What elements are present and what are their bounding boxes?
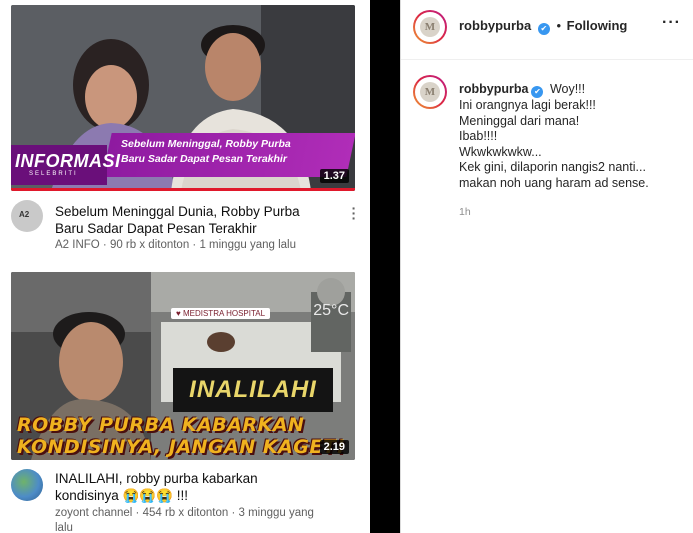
video-duration: 1.37 [319,169,349,183]
post-timestamp[interactable]: 1h [459,206,471,218]
avatar-logo-mark: M [420,17,440,37]
profile-avatar[interactable]: M [413,10,447,44]
dark-divider [370,0,400,533]
more-options-icon[interactable]: ··· [662,14,681,32]
channel-avatar[interactable]: A2 [11,200,43,232]
logo-main-text: INFORMASI [15,151,121,171]
video-meta-line-1: zoyont channel · 454 rb x ditonton · 3 m… [55,507,314,519]
video-title-line-1: INALILAHI, robby purba kabarkan [55,471,258,486]
watched-progress-bar [11,188,355,191]
youtube-screenshot: INFORMASI SELEBRITI Sebelum Meninggal, R… [0,0,370,533]
more-options-icon[interactable]: ··· [350,201,358,225]
avatar-logo-mark: M [420,82,440,102]
hospital-tag: ♥ MEDISTRA HOSPITAL [171,308,271,319]
verified-badge-icon: ✔ [531,86,544,98]
post-caption: robbypurba ✔ Woy!!! Ini orangnya lagi ber… [459,82,684,191]
video-title[interactable]: Sebelum Meninggal Dunia, Robby Purba Bar… [55,203,345,237]
video-thumbnail-1[interactable]: INFORMASI SELEBRITI Sebelum Meninggal, R… [11,5,355,191]
header-username-link[interactable]: robbypurba [459,18,531,33]
thumbnail-title-line-1: ROBBY PURBA KABARKAN [17,414,305,436]
video-meta: A2 INFO · 90 rb x ditonton · 1 minggu ya… [55,239,296,251]
video-title-line-2: Baru Sadar Dapat Pesan Terakhir [55,221,257,236]
caption-line: Ibab!!!! [459,129,498,143]
logo-sub-text: SELEBRITI [29,171,78,177]
thumbnail-title-line-2: KONDISINYA, JANGAN KAGET! [17,436,346,458]
post-header: robbypurba ✔ • Following [459,18,627,35]
temperature-display: 25°C [313,302,349,319]
verified-badge-icon: ✔ [537,23,550,35]
video-thumbnail-2[interactable]: ♥ MEDISTRA HOSPITAL 25°C INALILAHI ROBBY… [11,272,355,460]
video-title-line-1: Sebelum Meninggal Dunia, Robby Purba [55,204,300,219]
video-meta-line-2: lalu [55,522,73,533]
video-meta: zoyont channel · 454 rb x ditonton · 3 m… [55,506,345,533]
informasi-selebriti-logo: INFORMASI SELEBRITI [11,145,120,185]
instagram-post-panel: M robbypurba ✔ • Following ··· M robbypu… [400,0,693,533]
thumbnail-overlay-word: INALILAHI [173,368,333,412]
caption-line: Kek gini, dilaporin nangis2 nanti... [459,160,646,174]
caption-line: Wkwkwkwkw... [459,144,542,159]
channel-avatar[interactable] [11,469,43,501]
video-duration: 2.19 [319,440,349,454]
caption-text: Woy!!! [549,82,586,96]
caption-line: Meninggal dari mana! [459,113,580,128]
thumbnail-caption-line-2: Baru Sadar Dapat Pesan Terakhir [121,153,287,165]
caption-line: Ini orangnya lagi berak!!! [459,98,596,112]
caption-line-1: robbypurba ✔ Woy!!! [459,82,684,98]
channel-avatar-label: A2 [19,210,30,219]
thumbnail-caption: Sebelum Meninggal, Robby Purba Baru Sada… [121,137,351,167]
caption-line: makan noh uang haram ad sense. [459,175,649,190]
caption-username-link[interactable]: robbypurba [459,82,528,96]
following-button[interactable]: Following [567,18,628,33]
header-divider [401,59,693,60]
header-separator: • [556,18,562,33]
comment-avatar[interactable]: M [413,75,447,109]
video-title[interactable]: INALILAHI, robby purba kabarkan kondisin… [55,470,345,504]
video-title-line-2: kondisinya 😭😭😭 !!! [55,488,188,503]
thumbnail-caption-line-1: Sebelum Meninggal, Robby Purba [121,138,291,150]
